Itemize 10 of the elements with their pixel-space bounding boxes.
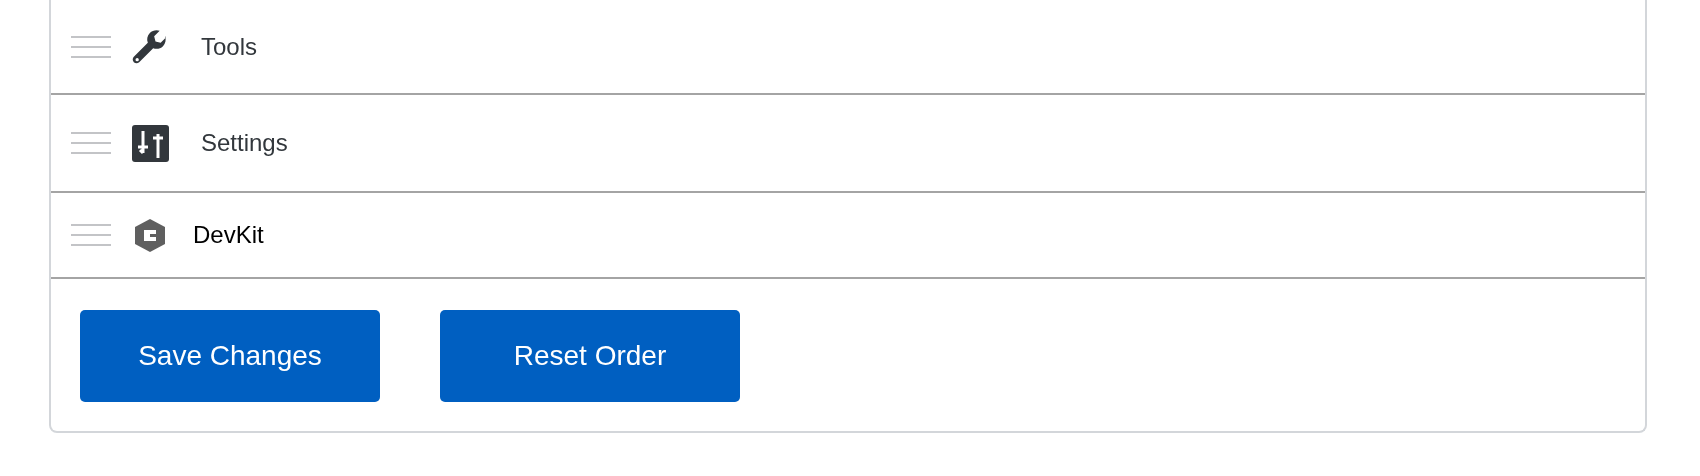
drag-handle-icon[interactable] xyxy=(71,224,111,246)
drag-handle-icon[interactable] xyxy=(71,132,111,154)
drag-handle-icon[interactable] xyxy=(71,35,111,58)
item-label: DevKit xyxy=(193,221,264,249)
hexagon-logo-icon xyxy=(135,218,165,252)
item-label: Tools xyxy=(201,32,258,61)
save-button[interactable]: Save Changes xyxy=(80,310,380,402)
sliders-icon xyxy=(131,124,169,162)
reset-button[interactable]: Reset Order xyxy=(440,310,740,402)
item-label: Settings xyxy=(201,129,288,157)
